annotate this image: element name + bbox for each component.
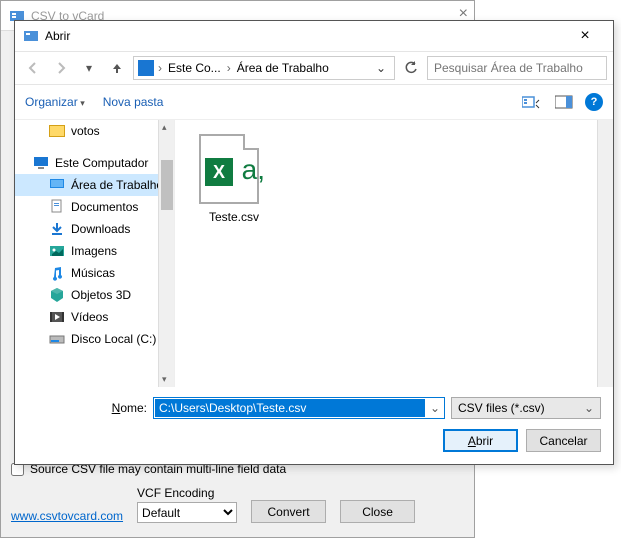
tree-item-este-pc[interactable]: Este Computador [15,152,174,174]
monitor-icon [138,60,154,76]
monitor-icon [33,155,49,171]
chevron-right-icon: › [156,61,164,75]
tree-item-votos[interactable]: votos [15,120,174,142]
images-icon [49,243,65,259]
tree-item-images[interactable]: Imagens [15,240,174,262]
close-button[interactable]: Close [340,500,415,523]
tree-item-music[interactable]: Músicas [15,262,174,284]
up-button[interactable] [105,56,129,80]
open-file-dialog: Abrir × ▾ › Este Co... › Área de Trabalh… [14,20,614,465]
cube-icon [49,287,65,303]
vcf-encoding-label: VCF Encoding [137,486,237,500]
tree-item-3d[interactable]: Objetos 3D [15,284,174,306]
search-input[interactable] [427,56,607,80]
breadcrumb-item-pc[interactable]: Este Co... [166,61,223,75]
filename-input[interactable] [155,399,425,417]
forward-button[interactable] [49,56,73,80]
videos-icon [49,309,65,325]
dialog-icon [23,28,39,44]
preview-pane-button[interactable] [553,93,575,111]
dialog-bottom-bar: Nome: ⌄ CSV files (*.csv) ⌄ Abrir Cancel… [15,387,613,464]
content-area: votos Este Computador Área de Trabalho D… [15,119,613,387]
filename-label: Nome: [27,401,147,415]
downloads-icon [49,221,65,237]
cancel-button[interactable]: Cancelar [526,429,601,452]
recent-button[interactable]: ▾ [77,56,101,80]
toolbar: Organizar Nova pasta ? [15,85,613,119]
filename-combo[interactable]: ⌄ [153,397,445,419]
file-item-teste[interactable]: X a, Teste.csv [189,134,279,224]
file-name-label: Teste.csv [189,210,279,224]
folder-icon [49,123,65,139]
tree-item-documents[interactable]: Documentos [15,196,174,218]
organize-menu[interactable]: Organizar [25,95,85,109]
chevron-right-icon: › [225,61,233,75]
navigation-tree[interactable]: votos Este Computador Área de Trabalho D… [15,120,175,387]
tree-item-disk-c[interactable]: Disco Local (C:) [15,328,174,350]
convert-button[interactable]: Convert [251,500,326,523]
website-link[interactable]: www.csvtovcard.com [11,509,123,523]
chevron-down-icon[interactable]: ⌄ [426,401,444,415]
new-folder-button[interactable]: Nova pasta [103,95,164,109]
files-scrollbar[interactable] [597,120,613,387]
vcf-encoding-select[interactable]: Default [137,502,237,523]
open-button[interactable]: Abrir [443,429,518,452]
file-list[interactable]: X a, Teste.csv [175,120,613,387]
music-icon [49,265,65,281]
bottom-controls: www.csvtovcard.com VCF Encoding Default … [11,486,464,523]
chevron-down-icon[interactable]: ⌄ [372,61,390,75]
file-type-filter[interactable]: CSV files (*.csv) ⌄ [451,397,601,419]
disk-icon [49,331,65,347]
dialog-title-text: Abrir [45,29,70,43]
dialog-close-button[interactable]: × [565,27,605,45]
view-mode-button[interactable] [521,93,543,111]
vcf-encoding-group: VCF Encoding Default [137,486,237,523]
desktop-icon [49,177,65,193]
chevron-down-icon: ⌄ [584,401,594,415]
breadcrumb[interactable]: › Este Co... › Área de Trabalho ⌄ [133,56,395,80]
address-bar: ▾ › Este Co... › Área de Trabalho ⌄ [15,51,613,85]
help-button[interactable]: ? [585,93,603,111]
tree-scrollbar[interactable] [158,120,174,387]
documents-icon [49,199,65,215]
back-button[interactable] [21,56,45,80]
dialog-titlebar: Abrir × [15,21,613,51]
tree-item-videos[interactable]: Vídeos [15,306,174,328]
breadcrumb-item-desktop[interactable]: Área de Trabalho [235,61,331,75]
csv-file-icon: X a, [199,134,269,204]
refresh-button[interactable] [399,56,423,80]
tree-item-downloads[interactable]: Downloads [15,218,174,240]
tree-item-desktop[interactable]: Área de Trabalho [15,174,174,196]
scrollbar-thumb[interactable] [161,160,173,210]
parent-bottom-panel: Source CSV file may contain multi-line f… [1,454,474,537]
